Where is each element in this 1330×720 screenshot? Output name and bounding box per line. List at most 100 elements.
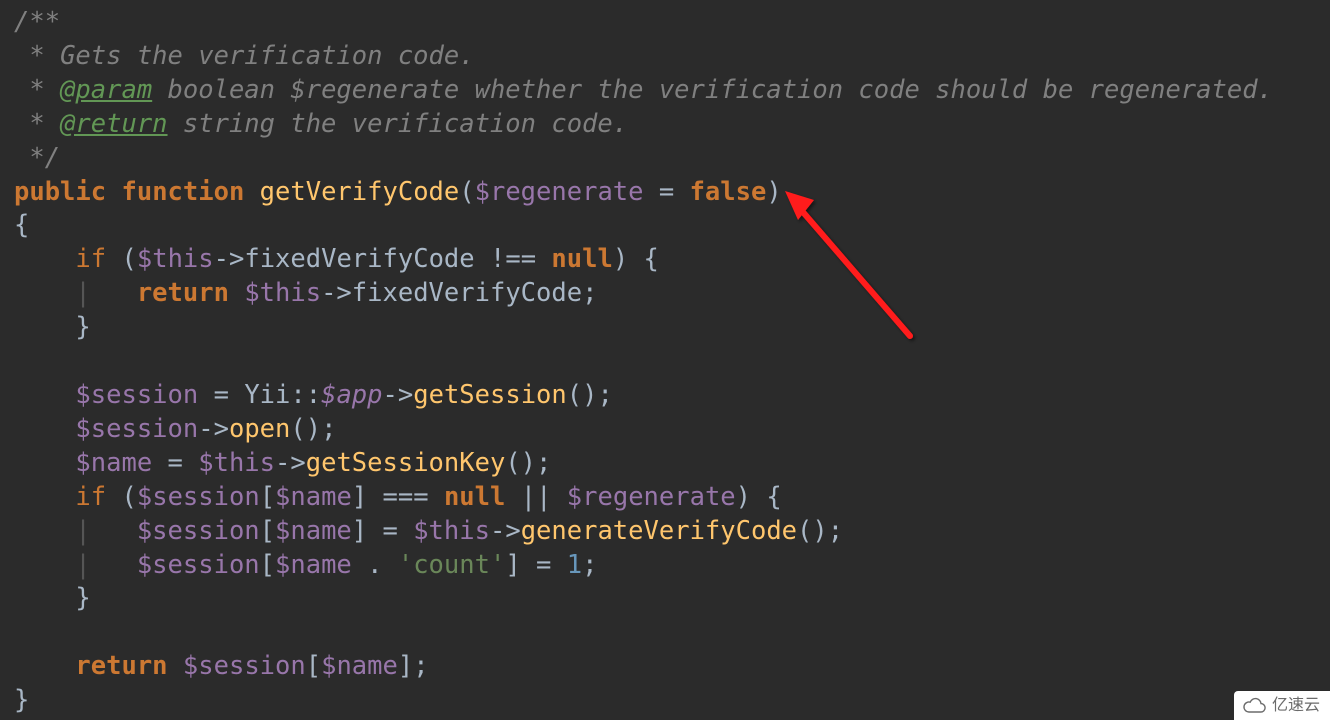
- class-yii: Yii: [244, 380, 290, 410]
- indent-guide: |: [14, 516, 137, 546]
- indent-guide: |: [14, 550, 137, 580]
- indent-guide: [14, 244, 75, 274]
- var-session: $session: [75, 414, 198, 444]
- assign: =: [198, 380, 244, 410]
- var-session: $session: [137, 550, 260, 580]
- indent-guide: [14, 651, 75, 681]
- comment-line-2: * @param boolean $regenerate whether the…: [14, 75, 1273, 105]
- if1-rp: ) {: [613, 244, 659, 274]
- semicolon: ;: [582, 278, 597, 308]
- sig-lparen: (: [459, 177, 474, 207]
- kw-false: false: [690, 177, 767, 207]
- lbracket: [: [306, 651, 321, 681]
- static-app: $app: [321, 380, 382, 410]
- var-this: $this: [244, 278, 321, 308]
- prop-fixedverifycode: fixedVerifyCode: [352, 278, 582, 308]
- indent-guide: [14, 312, 75, 342]
- if2-close: }: [75, 583, 90, 613]
- comment-close: */: [14, 143, 60, 173]
- op-or: ||: [505, 482, 566, 512]
- indent-guide: [14, 482, 75, 512]
- sig-rparen: ): [766, 177, 781, 207]
- var-regenerate: $regenerate: [567, 482, 736, 512]
- call-open: open: [229, 414, 290, 444]
- kw-if: if: [75, 482, 106, 512]
- watermark: 亿速云: [1234, 691, 1330, 720]
- var-name: $name: [275, 482, 352, 512]
- arrow: ->: [490, 516, 521, 546]
- paren-semi: ();: [797, 516, 843, 546]
- var-name: $name: [75, 448, 152, 478]
- kw-public: public: [14, 177, 106, 207]
- kw-function: function: [121, 177, 244, 207]
- if2-rp: ) {: [736, 482, 782, 512]
- doc-tag-return: @return: [60, 109, 167, 139]
- comment-line-3: * @return string the verification code.: [14, 109, 628, 139]
- prop-fixedverifycode: fixedVerifyCode: [244, 244, 474, 274]
- if1-arrow: ->: [214, 244, 245, 274]
- rbracket: ]: [505, 550, 520, 580]
- sig-eq: =: [644, 177, 690, 207]
- rbracket: ]: [352, 482, 367, 512]
- if2-lp: (: [106, 482, 137, 512]
- if1-close: }: [75, 312, 90, 342]
- comment-line-1: * Gets the verification code.: [14, 41, 475, 71]
- watermark-text: 亿速云: [1272, 695, 1320, 716]
- indent-guide: |: [14, 278, 137, 308]
- space: [229, 278, 244, 308]
- assign: =: [367, 516, 413, 546]
- var-this: $this: [198, 448, 275, 478]
- fn-name: getVerifyCode: [260, 177, 460, 207]
- var-name: $name: [275, 516, 352, 546]
- param-regenerate: $regenerate: [475, 177, 644, 207]
- doc-tag-param: @param: [60, 75, 152, 105]
- str-count: 'count': [398, 550, 505, 580]
- var-session: $session: [137, 516, 260, 546]
- dcolon: ::: [290, 380, 321, 410]
- rbracket-semi: ];: [398, 651, 429, 681]
- ret1-arrow: ->: [321, 278, 352, 308]
- var-session: $session: [183, 651, 306, 681]
- cloud-icon: [1242, 697, 1266, 713]
- lbracket: [: [260, 482, 275, 512]
- semicolon: ;: [582, 550, 597, 580]
- lbracket: [: [260, 550, 275, 580]
- assign: =: [521, 550, 567, 580]
- kw-null: null: [444, 482, 505, 512]
- kw-return: return: [137, 278, 229, 308]
- space: [168, 651, 183, 681]
- op-neq: !==: [475, 244, 552, 274]
- call-getsession: getSession: [413, 380, 567, 410]
- op-concat: .: [352, 550, 398, 580]
- kw-null: null: [551, 244, 612, 274]
- assign: =: [152, 448, 198, 478]
- var-name: $name: [275, 550, 352, 580]
- var-session: $session: [137, 482, 260, 512]
- indent-guide: [14, 414, 75, 444]
- var-name: $name: [321, 651, 398, 681]
- arrow: ->: [275, 448, 306, 478]
- lbracket: [: [260, 516, 275, 546]
- var-this: $this: [137, 244, 214, 274]
- indent-guide: [14, 448, 75, 478]
- call-getsessionkey: getSessionKey: [306, 448, 506, 478]
- var-this: $this: [413, 516, 490, 546]
- arrow: ->: [198, 414, 229, 444]
- call-generateverifycode: generateVerifyCode: [521, 516, 797, 546]
- paren-semi: ();: [290, 414, 336, 444]
- op-eqq: ===: [367, 482, 444, 512]
- if1-lp: (: [106, 244, 137, 274]
- kw-if: if: [75, 244, 106, 274]
- indent-guide: [14, 380, 75, 410]
- paren-semi: ();: [567, 380, 613, 410]
- indent-guide: [14, 583, 75, 613]
- var-session: $session: [75, 380, 198, 410]
- body-lbrace: {: [14, 210, 29, 240]
- code-editor[interactable]: /** * Gets the verification code. * @par…: [0, 0, 1330, 718]
- rbracket: ]: [352, 516, 367, 546]
- body-rbrace: }: [14, 685, 29, 715]
- paren-semi: ();: [505, 448, 551, 478]
- num-one: 1: [567, 550, 582, 580]
- comment-open: /**: [14, 7, 60, 37]
- arrow: ->: [383, 380, 414, 410]
